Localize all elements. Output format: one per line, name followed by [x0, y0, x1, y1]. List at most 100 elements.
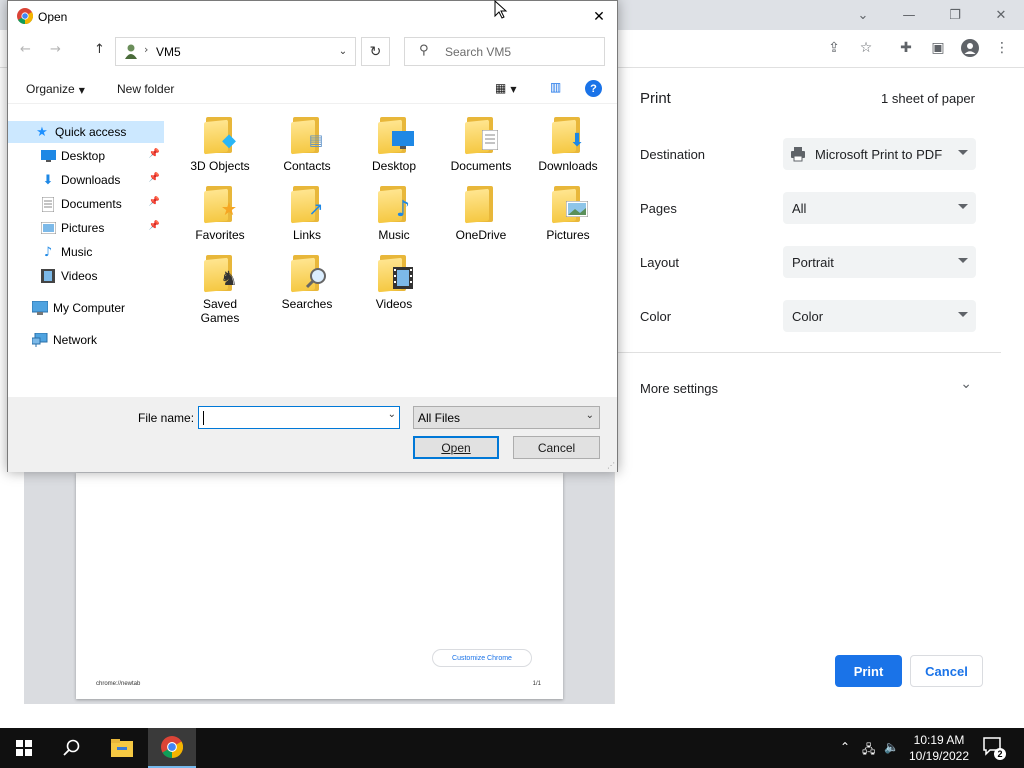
print-button[interactable]: Print	[835, 655, 902, 687]
nav-quick-access[interactable]: ★ Quick access	[8, 121, 164, 143]
folder-pictures[interactable]: Pictures	[526, 184, 610, 242]
chevron-up-icon[interactable]: ⌃	[840, 740, 850, 754]
pin-icon[interactable]: 📌	[149, 149, 160, 159]
dialog-titlebar: Open ✕	[8, 1, 617, 32]
cancel-button[interactable]: Cancel	[910, 655, 983, 687]
folder-label: OneDrive	[455, 228, 507, 242]
organize-label: Organize	[26, 82, 75, 96]
link-arrow-icon: ↗	[308, 198, 324, 220]
refresh-icon[interactable]: ↻	[361, 37, 390, 66]
close-button[interactable]: ✕	[978, 4, 1024, 26]
folder-label: Desktop	[371, 159, 417, 173]
nav-pictures[interactable]: Pictures 📌	[8, 217, 164, 239]
file-type-select[interactable]: All Files ⌄	[413, 406, 600, 429]
search-input[interactable]: ⚲ Search VM5	[404, 37, 605, 66]
command-bar: Organize ▼ New folder ▦ ▼ ▥ ?	[8, 74, 617, 104]
organize-menu[interactable]: Organize ▼	[26, 82, 85, 96]
chevron-down-icon[interactable]: ⌄	[388, 409, 396, 420]
folder-videos[interactable]: Videos	[352, 253, 436, 311]
folder-label: Pictures	[546, 228, 590, 242]
color-select[interactable]: Color	[783, 300, 976, 332]
nav-my-computer[interactable]: My Computer	[8, 297, 164, 319]
nav-item-label: Network	[53, 333, 98, 347]
windows-start-icon[interactable]	[0, 728, 48, 768]
pin-icon[interactable]: 📌	[149, 173, 160, 183]
close-icon[interactable]: ✕	[589, 7, 609, 27]
computer-icon	[32, 300, 48, 316]
folder-label: Downloads	[538, 159, 598, 173]
chevron-down-icon[interactable]: ⌄	[333, 40, 353, 63]
file-explorer-icon[interactable]	[98, 728, 146, 768]
chrome-taskbar-icon[interactable]	[148, 728, 196, 768]
preview-pane-icon[interactable]: ▥	[550, 80, 561, 94]
search-icon[interactable]	[48, 728, 96, 768]
destination-value: Microsoft Print to PDF	[815, 146, 943, 162]
notification-count: 2	[994, 748, 1006, 760]
open-file-dialog: Open ✕ ← → ↑ › VM5 ⌄ ↻ ⚲ Search VM5 Orga…	[7, 0, 618, 472]
folder-favorites[interactable]: ★ Favorites	[178, 184, 262, 242]
back-arrow-icon[interactable]: ←	[20, 42, 31, 57]
nav-desktop[interactable]: Desktop 📌	[8, 145, 164, 167]
print-title: Print	[640, 90, 671, 107]
dialog-cancel-button[interactable]: Cancel	[513, 436, 600, 459]
chrome-logo-icon	[17, 8, 33, 24]
breadcrumb-separator: ›	[144, 43, 149, 56]
folder-onedrive[interactable]: OneDrive	[439, 184, 523, 242]
profile-icon[interactable]	[958, 36, 982, 60]
volume-icon[interactable]: 🔈	[884, 740, 899, 754]
nav-documents[interactable]: Documents 📌	[8, 193, 164, 215]
menu-icon[interactable]: ⋮	[990, 36, 1014, 60]
up-arrow-icon[interactable]: ↑	[94, 42, 105, 57]
pages-value: All	[792, 200, 807, 216]
pin-icon[interactable]: 📌	[149, 197, 160, 207]
folder-searches[interactable]: Searches	[265, 253, 349, 311]
printer-icon	[791, 147, 805, 162]
nav-item-label: Videos	[61, 269, 98, 283]
destination-select[interactable]: Microsoft Print to PDF	[783, 138, 976, 170]
tab-search-icon[interactable]: ⌄	[840, 4, 886, 26]
side-panel-icon[interactable]: ▣	[926, 36, 950, 60]
nav-downloads[interactable]: ⬇ Downloads 📌	[8, 169, 164, 191]
nav-item-label: Quick access	[55, 125, 127, 139]
new-folder-button[interactable]: New folder	[117, 82, 174, 96]
layout-value: Portrait	[792, 254, 834, 270]
notification-icon[interactable]: 2	[982, 736, 1006, 760]
layout-select[interactable]: Portrait	[783, 246, 976, 278]
folder-downloads[interactable]: ⬇ Downloads	[526, 115, 610, 173]
minimize-button[interactable]: —	[886, 4, 932, 26]
nav-videos[interactable]: Videos	[8, 265, 164, 287]
clock[interactable]: 10:19 AM 10/19/2022	[905, 732, 973, 764]
extensions-icon[interactable]: ✚	[894, 36, 918, 60]
nav-network[interactable]: Network	[8, 329, 164, 351]
more-settings-toggle[interactable]: More settings	[640, 381, 718, 396]
folder-saved-games[interactable]: ♞ Saved Games	[178, 253, 262, 325]
folder-contacts[interactable]: ▤ Contacts	[265, 115, 349, 173]
chevron-down-icon[interactable]: ⌄	[960, 376, 972, 392]
nav-item-label: Pictures	[61, 221, 105, 235]
resize-grip-icon[interactable]: ⋰	[607, 461, 615, 470]
restore-button[interactable]: ❐	[932, 4, 978, 26]
folder-music[interactable]: ♪ Music	[352, 184, 436, 242]
folder-links[interactable]: ↗ Links	[265, 184, 349, 242]
chess-piece-icon: ♞	[220, 266, 238, 290]
address-bar[interactable]: › VM5 ⌄	[115, 37, 356, 66]
share-icon[interactable]: ⇪	[822, 36, 846, 60]
open-button[interactable]: Open	[413, 436, 499, 459]
folder-documents[interactable]: Documents	[439, 115, 523, 173]
customize-chrome-button: Customize Chrome	[432, 649, 532, 667]
address-location[interactable]: VM5	[156, 45, 181, 59]
chevron-down-icon	[958, 312, 968, 317]
folder-3d-objects[interactable]: ◆ 3D Objects	[178, 115, 262, 173]
download-icon: ⬇	[42, 172, 54, 188]
folder-desktop[interactable]: Desktop	[352, 115, 436, 173]
file-name-input[interactable]: ⌄	[198, 406, 400, 429]
star-icon[interactable]: ☆	[854, 36, 878, 60]
help-icon[interactable]: ?	[585, 80, 602, 97]
forward-arrow-icon[interactable]: →	[50, 42, 61, 57]
pin-icon[interactable]: 📌	[149, 221, 160, 231]
destination-label: Destination	[640, 147, 706, 162]
nav-music[interactable]: ♪ Music	[8, 241, 164, 263]
view-icon[interactable]: ▦ ▼	[495, 81, 517, 95]
network-tray-icon[interactable]: 🖧	[862, 740, 875, 761]
pages-select[interactable]: All	[783, 192, 976, 224]
